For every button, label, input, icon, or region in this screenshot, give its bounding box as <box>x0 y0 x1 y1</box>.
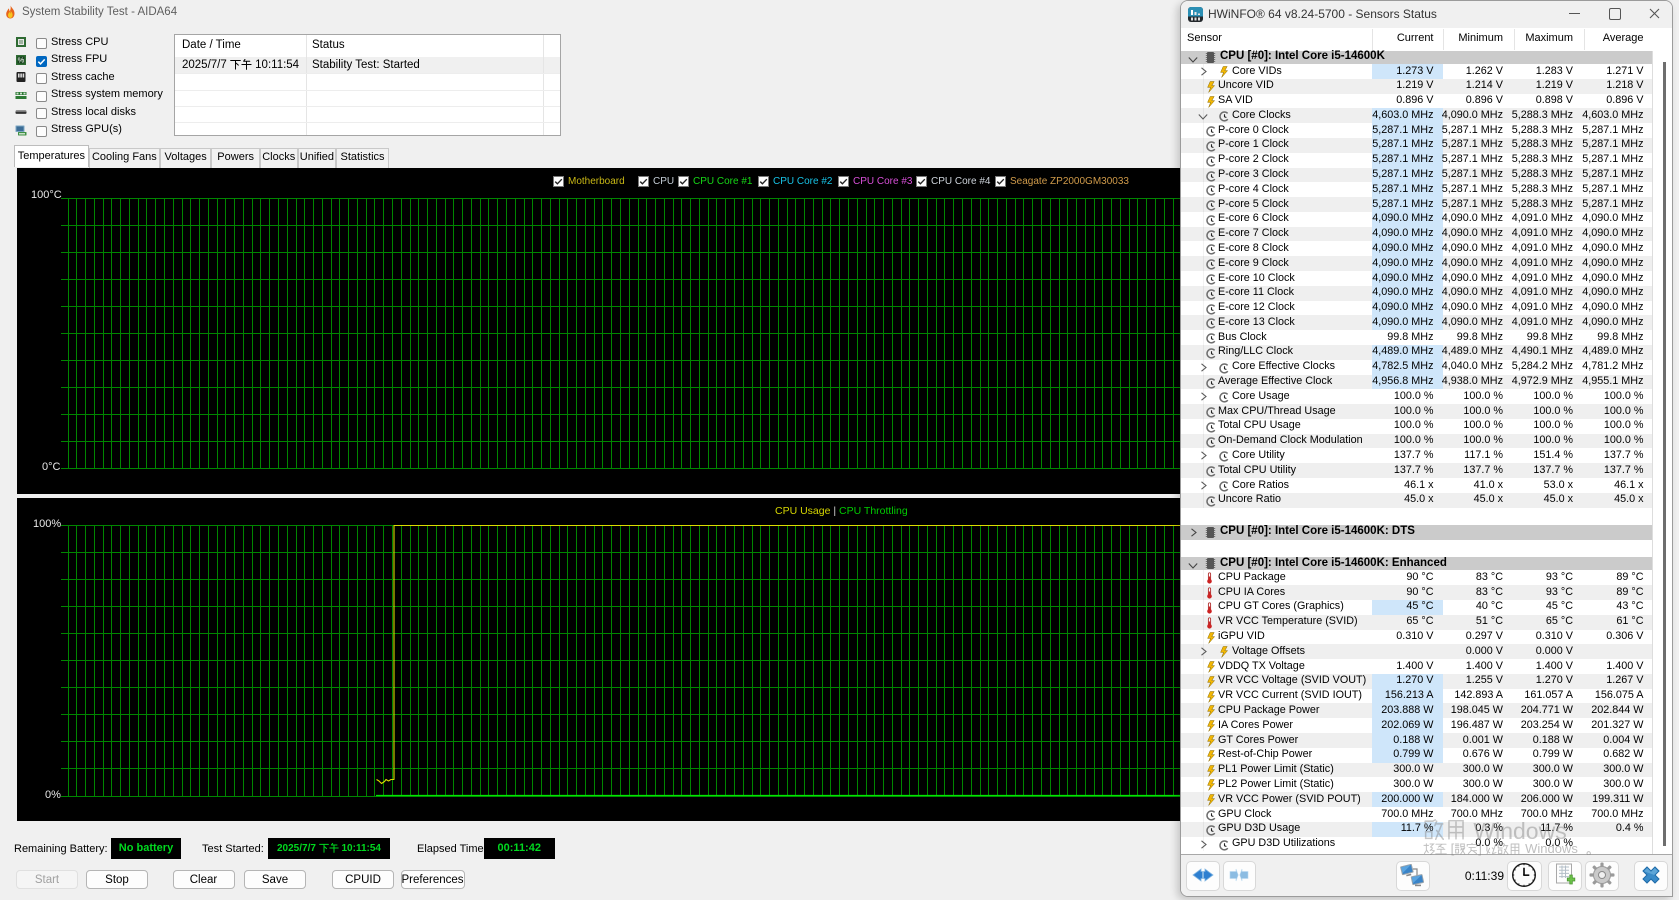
svg-text:%: % <box>18 55 25 64</box>
